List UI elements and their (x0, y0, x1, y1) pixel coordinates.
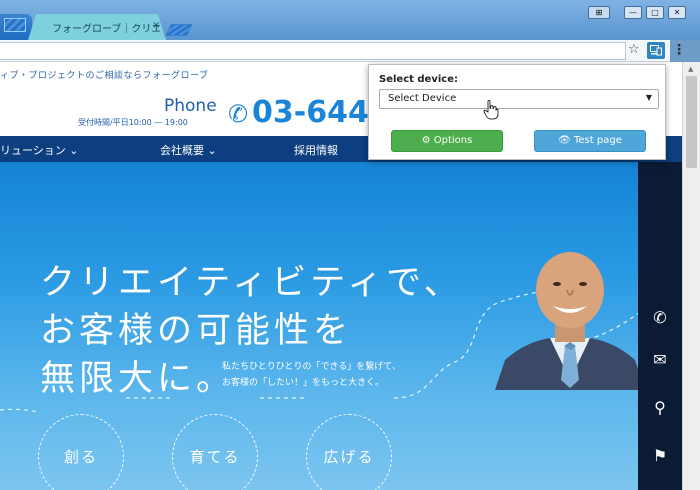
hero-headline-2: お客様の可能性を (40, 311, 353, 351)
site-tagline: ィブ・プロジェクトのご相談ならフォーグローブ (0, 71, 209, 81)
scroll-thumb[interactable] (686, 76, 697, 168)
phone-icon: ✆ (228, 100, 249, 128)
page-scrollbar[interactable]: ▲ (682, 62, 700, 490)
hero-subtext-2: お客様の「したい！」をもっと大きく。 (222, 378, 385, 388)
phone-label: Phone (164, 96, 217, 116)
sidebar-search-icon[interactable]: ⚲ (638, 398, 682, 417)
staff-photo (495, 252, 645, 390)
scroll-up-icon[interactable]: ▲ (688, 65, 693, 73)
devices-icon (650, 45, 662, 56)
new-tab-button[interactable] (165, 24, 193, 36)
device-extension-button[interactable] (647, 42, 665, 59)
device-select[interactable]: Select Device ▼ (379, 89, 659, 109)
circle-nurture: 育てる (172, 414, 258, 490)
hero-headline-1: クリエイティビティで、 (40, 263, 463, 303)
device-popup: Select device: Select Device ▼ ⚙ Options… (368, 64, 666, 160)
nav-item-solutions[interactable]: リューション ⌄ (0, 142, 79, 158)
hand-cursor-icon (483, 100, 499, 120)
tab-previous-graphic (4, 18, 26, 32)
browser-menu-icon[interactable]: ⋮ (672, 42, 686, 58)
sidebar-mail-icon[interactable]: ✉ (638, 350, 682, 369)
floating-sidebar: ✆ ✉ ⚲ ⚑ 👥 (638, 162, 682, 490)
minimize-button[interactable]: — (624, 6, 642, 19)
address-bar[interactable] (0, 42, 626, 60)
hero-headline-3: 無限大に。 (40, 359, 236, 399)
maximize-button[interactable]: □ (646, 6, 664, 19)
window-controls: ⊞ — □ ✕ (588, 6, 686, 19)
browser-toolbar: ☆ (0, 40, 670, 62)
sidebar-map-pin-icon[interactable]: ⚑ (638, 446, 682, 465)
circle-create: 創る (38, 414, 124, 490)
business-hours: 受付時間/平日10:00 ― 19:00 (78, 118, 188, 127)
tab-previous[interactable] (0, 14, 32, 40)
nav-item-company[interactable]: 会社概要 ⌄ (160, 142, 217, 158)
circle-expand: 広げる (306, 414, 392, 490)
device-select-value: Select Device (388, 93, 457, 104)
tab-title[interactable]: フォーグローブ｜クリエイティ (52, 20, 160, 35)
sidebar-phone-icon[interactable]: ✆ (638, 308, 682, 327)
chevron-down-icon: ▼ (645, 93, 652, 102)
close-window-button[interactable]: ✕ (668, 6, 686, 19)
bookmark-star-icon[interactable]: ☆ (628, 42, 640, 57)
nav-item-recruit[interactable]: 採用情報 (294, 142, 338, 158)
hero-subtext-1: 私たちひとりひとりの「できる」を繋げて、 (222, 362, 401, 372)
tab-close-icon[interactable]: × (152, 20, 160, 31)
profile-button[interactable]: ⊞ (588, 6, 610, 19)
test-page-button[interactable]: 👁 Test page (534, 130, 646, 152)
options-button[interactable]: ⚙ Options (391, 130, 503, 152)
select-device-label: Select device: (379, 74, 458, 85)
